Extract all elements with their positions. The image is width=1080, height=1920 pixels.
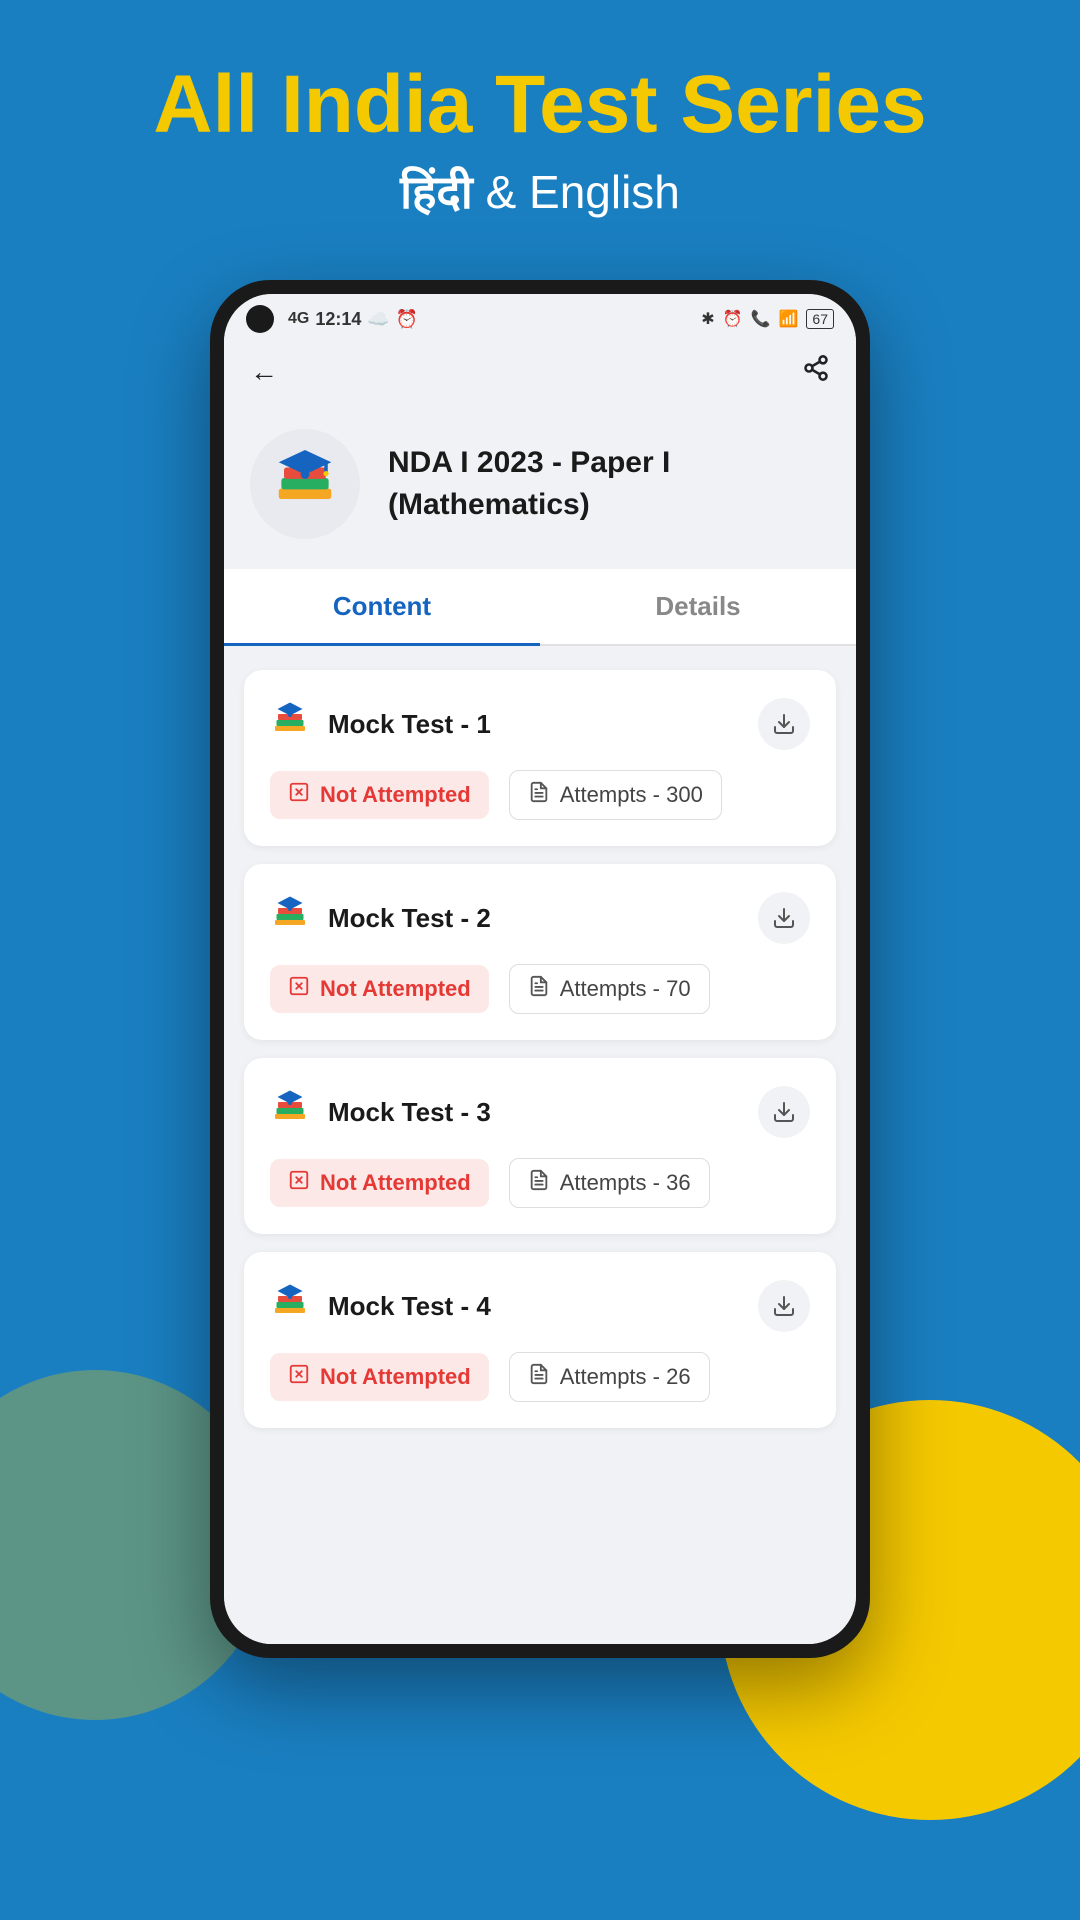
content-area: Mock Test - 1 <box>224 646 856 1452</box>
not-attempted-icon-1 <box>288 781 310 809</box>
test-card-1-header: Mock Test - 1 <box>270 698 810 750</box>
test-3-attempts-text: Attempts - 36 <box>560 1170 691 1196</box>
course-icon-wrap <box>250 429 360 539</box>
sub-title: हिंदी & English <box>20 160 1060 222</box>
test-2-icon <box>270 894 310 942</box>
test-card-2-left: Mock Test - 2 <box>270 894 491 942</box>
attempts-icon-1 <box>528 781 550 809</box>
test-card-4-left: Mock Test - 4 <box>270 1282 491 1330</box>
phone-screen: 4G 12:14 ☁️ ⏰ ✱ ⏰ 📞 📶 67 ← <box>224 294 856 1644</box>
alarm-icon-right: ⏰ <box>723 309 743 329</box>
test-2-status-badge: Not Attempted <box>270 965 489 1013</box>
test-1-status-badge: Not Attempted <box>270 771 489 819</box>
course-header: NDA I 2023 - Paper I (Mathematics) <box>224 409 856 569</box>
attempts-icon-4 <box>528 1363 550 1391</box>
not-attempted-icon-4 <box>288 1363 310 1391</box>
test-1-attempts-badge: Attempts - 300 <box>509 770 722 820</box>
subtitle-eng: & English <box>486 166 680 218</box>
test-card-1-left: Mock Test - 1 <box>270 700 491 748</box>
not-attempted-icon-3 <box>288 1169 310 1197</box>
not-attempted-icon-2 <box>288 975 310 1003</box>
test-2-footer: Not Attempted <box>270 964 810 1014</box>
test-2-name: Mock Test - 2 <box>328 903 491 934</box>
test-card-4-header: Mock Test - 4 <box>270 1280 810 1332</box>
header-section: All India Test Series हिंदी & English <box>0 0 1080 252</box>
test-1-icon <box>270 700 310 748</box>
test-card-2-header: Mock Test - 2 <box>270 892 810 944</box>
test-2-attempts-badge: Attempts - 70 <box>509 964 710 1014</box>
status-bar: 4G 12:14 ☁️ ⏰ ✱ ⏰ 📞 📶 67 <box>224 294 856 344</box>
phone-frame: 4G 12:14 ☁️ ⏰ ✱ ⏰ 📞 📶 67 ← <box>210 280 870 1658</box>
weather-icon: ☁️ <box>367 309 389 330</box>
test-4-attempts-badge: Attempts - 26 <box>509 1352 710 1402</box>
test-4-name: Mock Test - 4 <box>328 1291 491 1322</box>
share-button[interactable] <box>802 354 830 389</box>
test-card-3-header: Mock Test - 3 <box>270 1086 810 1138</box>
attempts-icon-2 <box>528 975 550 1003</box>
course-title: NDA I 2023 - Paper I (Mathematics) <box>388 442 830 526</box>
course-icon <box>270 443 340 526</box>
test-4-attempts-text: Attempts - 26 <box>560 1364 691 1390</box>
test-2-status-text: Not Attempted <box>320 976 471 1002</box>
test-3-icon <box>270 1088 310 1136</box>
test-3-name: Mock Test - 3 <box>328 1097 491 1128</box>
test-2-attempts-text: Attempts - 70 <box>560 976 691 1002</box>
subtitle-hindi: हिंदी <box>400 166 473 218</box>
phone-container: 4G 12:14 ☁️ ⏰ ✱ ⏰ 📞 📶 67 ← <box>210 280 870 1658</box>
test-3-footer: Not Attempted <box>270 1158 810 1208</box>
app-content: ← <box>224 344 856 1644</box>
status-bar-left: 4G 12:14 ☁️ ⏰ <box>246 305 418 333</box>
signal-indicator: 4G <box>288 310 309 328</box>
test-1-footer: Not Attempted <box>270 770 810 820</box>
test-card-4[interactable]: Mock Test - 4 <box>244 1252 836 1428</box>
test-4-footer: Not Attempted <box>270 1352 810 1402</box>
test-3-attempts-badge: Attempts - 36 <box>509 1158 710 1208</box>
test-4-download-button[interactable] <box>758 1280 810 1332</box>
test-4-icon <box>270 1282 310 1330</box>
test-1-name: Mock Test - 1 <box>328 709 491 740</box>
battery-indicator: 67 <box>806 309 834 329</box>
test-card-2[interactable]: Mock Test - 2 <box>244 864 836 1040</box>
test-3-status-badge: Not Attempted <box>270 1159 489 1207</box>
test-card-1[interactable]: Mock Test - 1 <box>244 670 836 846</box>
back-button[interactable]: ← <box>250 356 278 388</box>
alarm-icon: ⏰ <box>396 309 418 330</box>
tab-details[interactable]: Details <box>540 569 856 644</box>
bluetooth-icon: ✱ <box>701 309 714 329</box>
top-nav: ← <box>224 344 856 409</box>
test-1-status-text: Not Attempted <box>320 782 471 808</box>
test-1-download-button[interactable] <box>758 698 810 750</box>
attempts-icon-3 <box>528 1169 550 1197</box>
call-icon: 📞 <box>751 309 771 329</box>
camera-dot <box>246 305 274 333</box>
test-1-attempts-text: Attempts - 300 <box>560 782 703 808</box>
test-card-3[interactable]: Mock Test - 3 <box>244 1058 836 1234</box>
test-4-status-badge: Not Attempted <box>270 1353 489 1401</box>
main-title: All India Test Series <box>20 60 1060 150</box>
status-bar-right: ✱ ⏰ 📞 📶 67 <box>701 309 834 329</box>
test-2-download-button[interactable] <box>758 892 810 944</box>
test-card-3-left: Mock Test - 3 <box>270 1088 491 1136</box>
test-3-status-text: Not Attempted <box>320 1170 471 1196</box>
test-4-status-text: Not Attempted <box>320 1364 471 1390</box>
status-time: 12:14 <box>315 309 361 330</box>
wifi-icon: 📶 <box>779 309 799 329</box>
tab-content[interactable]: Content <box>224 569 540 644</box>
test-3-download-button[interactable] <box>758 1086 810 1138</box>
tabs-container: Content Details <box>224 569 856 646</box>
